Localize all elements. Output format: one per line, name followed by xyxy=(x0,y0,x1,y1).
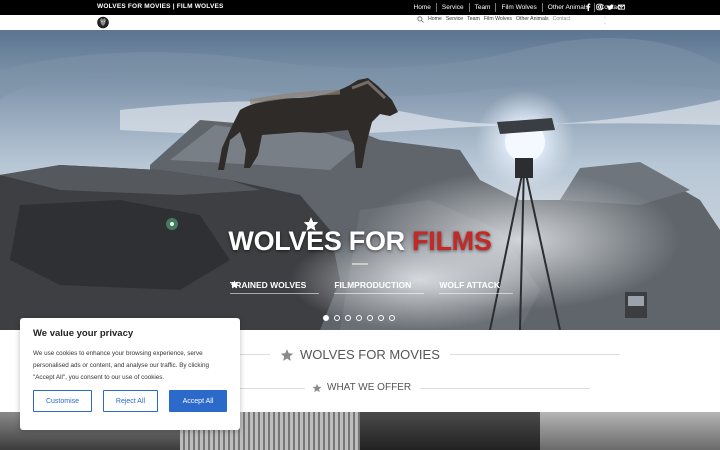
cookie-text: We use cookies to enhance your browsing … xyxy=(33,350,209,381)
top-bar: WOLVES FOR MOVIES | FILM WOLVES Home Ser… xyxy=(0,0,720,15)
subnav-team[interactable]: Team xyxy=(467,16,480,22)
subnav-film-wolves[interactable]: Film Wolves xyxy=(484,16,512,22)
cookie-consent-banner: We value your privacy We use cookies to … xyxy=(20,318,240,430)
heading-movies: WOLVES FOR MOVIES xyxy=(280,347,440,362)
hero-link-label: TRAINED WOLVES xyxy=(230,280,307,290)
email-icon[interactable] xyxy=(618,3,625,11)
cookie-title: We value your privacy xyxy=(33,328,134,339)
star-icon xyxy=(230,280,513,290)
hero-title-red: FILMS xyxy=(412,226,492,256)
social-links xyxy=(585,3,625,11)
hero-title: WOLVES FOR FILMS xyxy=(0,226,720,257)
hero-divider xyxy=(352,263,368,265)
star-icon xyxy=(230,280,424,290)
hero-link-label: FILMPRODUCTION xyxy=(334,280,412,290)
subnav-contact[interactable]: Contact xyxy=(553,16,571,22)
nav-home[interactable]: Home xyxy=(414,4,431,11)
section-heading-offer: WHAT WE OFFER xyxy=(220,381,640,395)
heading-offer-label: WHAT WE OFFER xyxy=(327,382,412,393)
hero-link-wolf-attack[interactable]: WOLF ATTACK xyxy=(230,280,514,294)
hero-link-trained-wolves[interactable]: TRAINED WOLVES xyxy=(230,280,320,294)
reject-all-button[interactable]: Reject All xyxy=(103,390,158,412)
search-icon[interactable] xyxy=(417,15,424,23)
slider-dot-5[interactable] xyxy=(367,315,373,321)
nav-separator xyxy=(435,3,437,12)
hero-link-label: WOLF ATTACK xyxy=(439,280,501,290)
subnav-service[interactable]: Service xyxy=(446,16,463,22)
subnav-arrows[interactable]: ‹ › xyxy=(604,15,606,27)
heading-movies-label: WOLVES FOR MOVIES xyxy=(300,347,440,362)
subnav-home[interactable]: Home xyxy=(428,16,442,22)
slider-dots xyxy=(323,315,395,321)
nav-film-wolves[interactable]: Film Wolves xyxy=(501,4,536,11)
facebook-icon[interactable] xyxy=(585,3,592,11)
nav-service[interactable]: Service xyxy=(442,4,464,11)
instagram-icon[interactable] xyxy=(596,3,603,11)
star-icon xyxy=(312,383,322,393)
cookie-buttons: Customise Reject All Accept All xyxy=(33,390,227,412)
gallery-image-3[interactable] xyxy=(360,412,540,450)
nav-separator xyxy=(495,3,497,12)
subnav-other-animals[interactable]: Other Animals xyxy=(516,16,549,22)
nav-separator xyxy=(468,3,470,12)
slider-dot-7[interactable] xyxy=(389,315,395,321)
hero-title-white: WOLVES FOR xyxy=(228,226,413,256)
hero-links: TRAINED WOLVES FILMPRODUCTION WOLF ATTAC… xyxy=(230,280,514,294)
slider-dot-2[interactable] xyxy=(334,315,340,321)
star-icon xyxy=(230,280,319,290)
nav-other-animals[interactable]: Other Animals xyxy=(548,4,589,11)
secondary-navigation: Home Service Team Film Wolves Other Anim… xyxy=(417,15,606,27)
slider-dot-1[interactable] xyxy=(323,315,329,321)
heading-rule xyxy=(240,388,305,389)
slider-dot-6[interactable] xyxy=(378,315,384,321)
twitter-icon[interactable] xyxy=(607,3,614,11)
gallery-image-4[interactable] xyxy=(540,412,720,450)
slider-dot-4[interactable] xyxy=(356,315,362,321)
nav-separator xyxy=(541,3,543,12)
site-brand[interactable]: WOLVES FOR MOVIES | FILM WOLVES xyxy=(97,3,224,10)
hero-link-filmproduction[interactable]: FILMPRODUCTION xyxy=(230,280,425,294)
section-heading-movies: WOLVES FOR MOVIES xyxy=(220,344,620,364)
heading-offer: WHAT WE OFFER xyxy=(312,382,411,393)
slider-dot-3[interactable] xyxy=(345,315,351,321)
heading-rule xyxy=(420,388,590,389)
heading-rule xyxy=(450,354,620,355)
customise-button[interactable]: Customise xyxy=(33,390,92,412)
star-icon xyxy=(280,348,294,362)
secondary-header: Home Service Team Film Wolves Other Anim… xyxy=(0,15,720,30)
accept-all-button[interactable]: Accept All xyxy=(169,390,227,412)
hero-slider: WOLVES FOR FILMS TRAINED WOLVES FILMPROD… xyxy=(0,30,720,330)
wolf-logo-icon[interactable] xyxy=(97,16,109,29)
nav-team[interactable]: Team xyxy=(475,4,491,11)
